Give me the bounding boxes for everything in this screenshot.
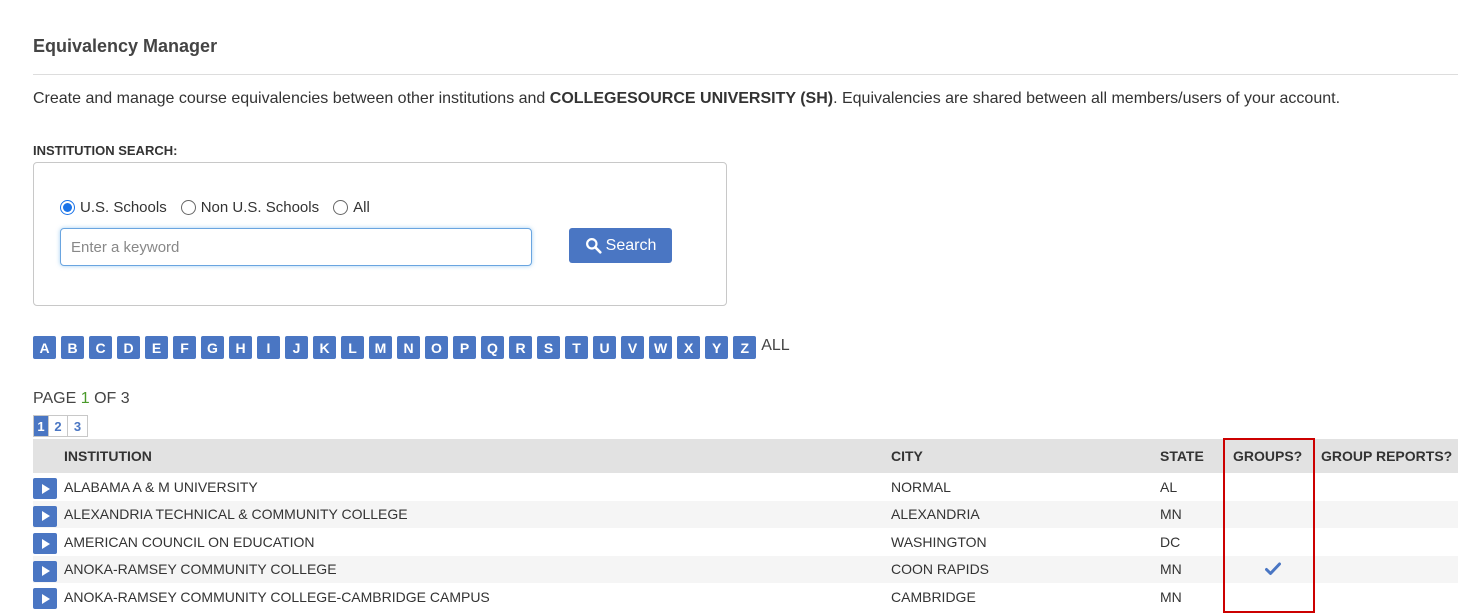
letter-i[interactable]: I	[257, 336, 280, 359]
letter-t[interactable]: T	[565, 336, 588, 359]
city-cell: CAMBRIDGE	[891, 588, 976, 605]
table-row[interactable]: ALEXANDRIA TECHNICAL & COMMUNITY COLLEGE…	[33, 500, 1458, 529]
page-suffix: OF 3	[89, 390, 130, 407]
search-button[interactable]: Search	[569, 228, 672, 263]
letter-p[interactable]: P	[453, 336, 476, 359]
letter-u[interactable]: U	[593, 336, 616, 359]
play-icon[interactable]	[33, 533, 57, 554]
column-header-city[interactable]: CITY	[891, 439, 923, 473]
alphabet-filter: A B C D E F G H I J K L M N O P Q R S T …	[33, 336, 790, 359]
play-icon[interactable]	[33, 588, 57, 609]
city-cell: ALEXANDRIA	[891, 506, 980, 523]
play-icon[interactable]	[33, 478, 57, 499]
radio-label: Non U.S. Schools	[200, 199, 320, 216]
radio-button[interactable]	[60, 200, 75, 215]
intro-prefix: Create and manage course equivalencies b…	[33, 90, 550, 107]
pagination: 1 2 3	[33, 415, 88, 437]
state-cell: MN	[1160, 588, 1182, 605]
city-cell: WASHINGTON	[891, 533, 987, 550]
state-cell: AL	[1160, 478, 1178, 495]
state-cell: DC	[1160, 533, 1181, 550]
state-cell: MN	[1160, 561, 1182, 578]
radio-button[interactable]	[333, 200, 349, 215]
page-indicator: PAGE 1 OF 3	[33, 390, 130, 408]
letter-q[interactable]: Q	[481, 336, 504, 359]
column-header-groups[interactable]: GROUPS?	[1233, 439, 1302, 473]
table-row[interactable]: ANOKA-RAMSEY COMMUNITY COLLEGE-CAMBRIDGE…	[33, 583, 1458, 611]
school-type-radios: U.S. Schools Non U.S. Schools All	[60, 199, 384, 216]
radio-label: All	[353, 199, 370, 216]
letter-o[interactable]: O	[425, 336, 448, 359]
radio-button[interactable]	[180, 200, 196, 215]
letter-n[interactable]: N	[397, 336, 420, 359]
letter-c[interactable]: C	[89, 336, 112, 359]
search-button-label: Search	[605, 236, 657, 254]
checkmark-icon	[1265, 562, 1281, 576]
table-row[interactable]: ANOKA-RAMSEY COMMUNITY COLLEGE COON RAPI…	[33, 555, 1458, 584]
letter-d[interactable]: D	[117, 336, 140, 359]
letter-m[interactable]: M	[369, 336, 392, 359]
radio-us-schools[interactable]: U.S. Schools	[60, 199, 167, 216]
search-icon	[585, 238, 602, 254]
institution-cell[interactable]: ANOKA-RAMSEY COMMUNITY COLLEGE-CAMBRIDGE…	[64, 583, 490, 611]
letter-l[interactable]: L	[341, 336, 364, 359]
letter-x[interactable]: X	[677, 336, 701, 359]
letter-s[interactable]: S	[537, 336, 560, 359]
institution-cell[interactable]: ANOKA-RAMSEY COMMUNITY COLLEGE	[64, 556, 337, 584]
table-row[interactable]: AMERICAN COUNCIL ON EDUCATION WASHINGTON…	[33, 528, 1458, 556]
keyword-input[interactable]	[60, 228, 532, 266]
groups-cell	[1265, 556, 1281, 584]
city-cell: NORMAL	[891, 478, 951, 495]
institution-name: COLLEGESOURCE UNIVERSITY (SH)	[549, 90, 834, 107]
page-title: Equivalency Manager	[33, 36, 218, 56]
play-icon[interactable]	[33, 560, 57, 582]
state-cell: MN	[1160, 506, 1182, 523]
letter-w[interactable]: W	[649, 336, 673, 359]
institution-cell[interactable]: ALEXANDRIA TECHNICAL & COMMUNITY COLLEGE	[64, 501, 408, 529]
institution-cell[interactable]: ALABAMA A & M UNIVERSITY	[64, 473, 258, 501]
page-link-2[interactable]: 2	[49, 416, 68, 436]
letter-k[interactable]: K	[313, 336, 336, 359]
letter-j[interactable]: J	[285, 336, 308, 359]
letter-e[interactable]: E	[145, 336, 168, 359]
column-header-state[interactable]: STATE	[1160, 439, 1204, 473]
letter-v[interactable]: V	[621, 336, 644, 359]
city-cell: COON RAPIDS	[891, 561, 990, 578]
letter-b[interactable]: B	[61, 336, 84, 359]
letter-z[interactable]: Z	[733, 336, 757, 359]
radio-non-us-schools[interactable]: Non U.S. Schools	[180, 199, 320, 216]
letter-all-link[interactable]: ALL	[761, 337, 789, 355]
letter-h[interactable]: H	[229, 336, 252, 359]
column-header-group-reports[interactable]: GROUP REPORTS?	[1321, 439, 1452, 473]
letter-y[interactable]: Y	[705, 336, 729, 359]
institutions-table: INSTITUTION CITY STATE GROUPS? GROUP REP…	[33, 439, 1458, 611]
institution-cell[interactable]: AMERICAN COUNCIL ON EDUCATION	[64, 528, 314, 556]
letter-a[interactable]: A	[33, 336, 56, 359]
institution-search-label: INSTITUTION SEARCH:	[33, 143, 178, 158]
column-header-institution[interactable]: INSTITUTION	[64, 439, 152, 473]
page-link-1[interactable]: 1	[34, 416, 49, 436]
title-divider	[33, 74, 1458, 75]
current-page-number: 1	[80, 390, 90, 407]
intro-suffix: . Equivalencies are shared between all m…	[833, 90, 1341, 107]
page-prefix: PAGE	[33, 390, 81, 407]
table-row[interactable]: ALABAMA A & M UNIVERSITY NORMAL AL	[33, 473, 1458, 501]
letter-f[interactable]: F	[173, 336, 196, 359]
intro-text: Create and manage course equivalencies b…	[33, 90, 1340, 108]
institution-search-panel: U.S. Schools Non U.S. Schools All Search	[33, 162, 727, 306]
table-header: INSTITUTION CITY STATE GROUPS? GROUP REP…	[33, 439, 1458, 473]
page-link-3[interactable]: 3	[68, 416, 87, 436]
play-icon[interactable]	[33, 505, 57, 527]
letter-r[interactable]: R	[509, 336, 532, 359]
letter-g[interactable]: G	[201, 336, 224, 359]
equivalency-manager-page: Equivalency Manager Create and manage co…	[0, 0, 1474, 614]
radio-all[interactable]: All	[333, 199, 370, 216]
radio-label: U.S. Schools	[80, 199, 167, 216]
